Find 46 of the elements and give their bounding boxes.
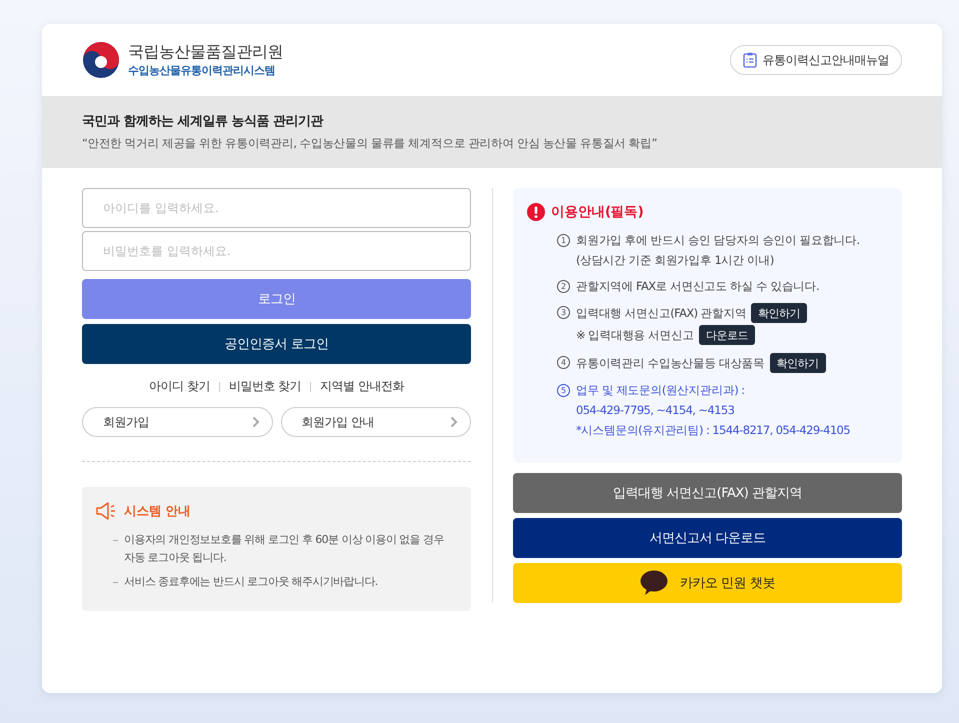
chevron-right-icon <box>450 416 458 428</box>
dash-mark <box>113 582 118 583</box>
chevron-right-icon <box>252 416 260 428</box>
guide-text: 입력대행 서면신고(FAX) 관할지역 <box>576 305 746 322</box>
guide-text: *시스템문의(유지관리팀) : 1544-8217, 054-429-4105 <box>576 422 850 439</box>
guide-action-button[interactable]: 다운로드 <box>698 325 755 345</box>
guide-text: ※ 입력대행용 서면신고 <box>576 327 694 344</box>
guide-text: 유통이력관리 수입농산물등 대상품목 <box>576 355 765 372</box>
guide-text: 관할지역에 FAX로 서면신고도 하실 수 있습니다. <box>576 278 820 295</box>
system-name: 수입농산물유통이력관리시스템 <box>128 63 276 78</box>
text-link[interactable]: 비밀번호 찾기 <box>228 378 302 395</box>
download-button[interactable]: 서면신고서 다운로드 <box>513 518 902 558</box>
notice-text: 서비스 종료후에는 반드시 로그아웃 해주시기바랍니다. <box>124 574 378 590</box>
text-link[interactable]: 지역별 안내전화 <box>320 378 404 395</box>
guide-text: 회원가입 후에 반드시 승인 담당자의 승인이 필요합니다. <box>576 232 860 249</box>
banner-title: 국민과 함께하는 세계일류 농식품 관리기관 <box>82 113 324 130</box>
join-button[interactable]: 회원가입 <box>82 407 272 437</box>
slogan-text: “안전한 먹거리 제공을 위한 유통이력관리, 수입농산물의 물류를 체계적으로 관리하여 안심 농산물 유통질서 확립” <box>82 136 658 151</box>
guide-text: 업무 및 제도문의(원산지관리과) : <box>576 382 744 399</box>
id-input-field[interactable]: 아이디를 입력하세요. <box>82 188 471 228</box>
fax-region-button[interactable]: 입력대행 서면신고(FAX) 관할지역 <box>513 473 902 513</box>
guide-text: (상담시간 기준 회원가입후 1시간 이내) <box>576 252 774 269</box>
org-name: 국립농산물품질관리원 <box>128 42 283 63</box>
number-badge: 4 <box>557 356 570 369</box>
usage-guide-title: 이용안내(필독) <box>551 203 644 221</box>
notice-text: 이용자의 개인정보보호를 위해 로그인 후 60분 이상 이용이 없을 경우 자동 로그아웃 됩니다. <box>124 532 445 566</box>
clipboard-icon <box>742 52 756 68</box>
emblem-logo-icon <box>82 41 120 79</box>
megaphone-icon <box>96 501 118 521</box>
guide-action-button[interactable]: 확인하기 <box>751 303 808 323</box>
number-badge: 1 <box>557 234 570 247</box>
chatbot-button[interactable]: 카카오 민원 챗봇 <box>513 563 902 603</box>
number-badge: 5 <box>557 384 570 397</box>
exclamation-icon <box>527 203 545 221</box>
text-link[interactable]: 아이디 찾기 <box>149 378 210 395</box>
guide-action-button[interactable]: 확인하기 <box>770 353 826 373</box>
number-badge: 3 <box>557 306 570 319</box>
system-notice-title: 시스템 안내 <box>124 502 190 520</box>
number-badge: 2 <box>557 280 570 293</box>
certificate-login-button[interactable]: 공인인증서 로그인 <box>82 324 471 364</box>
speech-bubble-icon <box>640 570 668 596</box>
guide-text: 054-429-7795, ~4154, ~4153 <box>576 402 734 419</box>
join-button[interactable]: 회원가입 안내 <box>280 407 471 437</box>
manual-button[interactable]: 유통이력신고안내매뉴얼 <box>730 45 902 75</box>
password-input-field[interactable]: 비밀번호를 입력하세요. <box>82 231 471 271</box>
dash-mark <box>113 540 118 541</box>
